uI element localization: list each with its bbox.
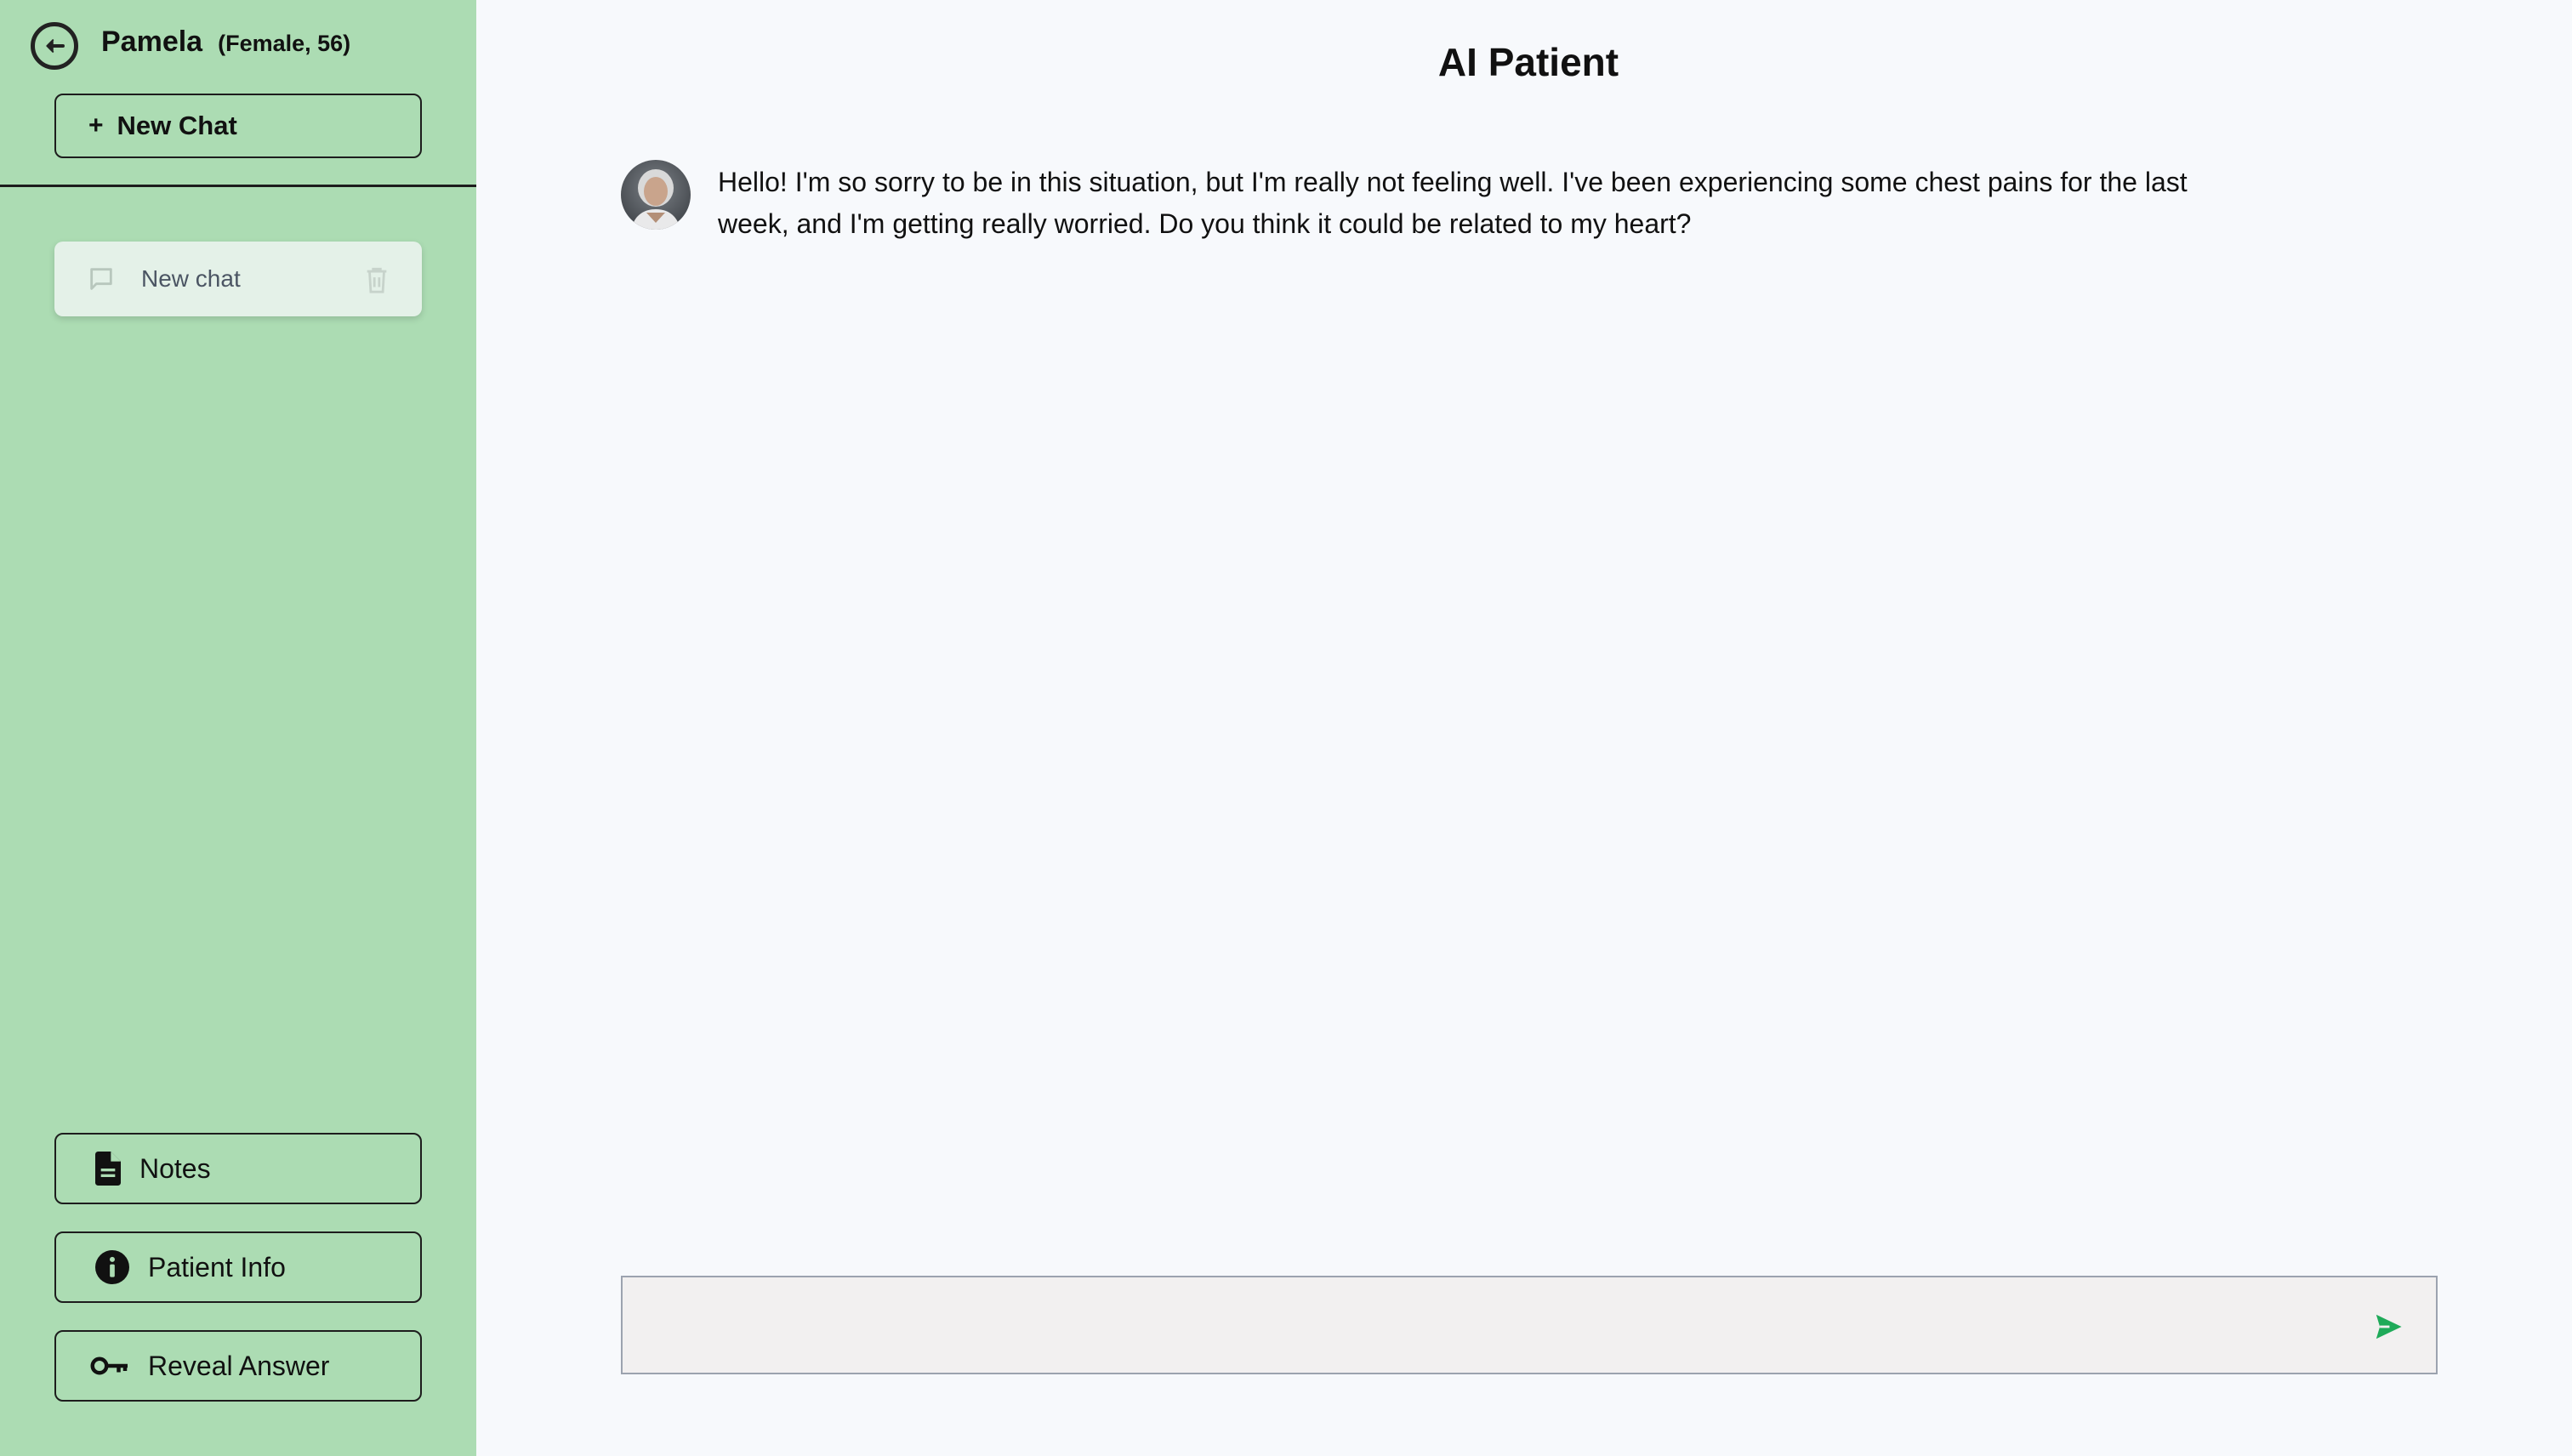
- plus-icon: +: [88, 111, 104, 139]
- chat-main: AI Patient Hello! I'm so sorry to be in …: [476, 0, 2572, 1456]
- sidebar-divider: [0, 185, 476, 187]
- chat-bubble-icon: [90, 268, 112, 290]
- patient-header: Pamela (Female, 56): [101, 26, 350, 66]
- patient-name: Pamela: [101, 26, 203, 58]
- patient-info-label: Patient Info: [148, 1251, 286, 1283]
- message-text: Hello! I'm so sorry to be in this situat…: [718, 167, 2188, 239]
- sidebar: Pamela (Female, 56) + New Chat New chat: [0, 0, 476, 1456]
- patient-message: Hello! I'm so sorry to be in this situat…: [621, 160, 2237, 245]
- new-chat-label: New Chat: [117, 111, 237, 140]
- chat-list-item-label: New chat: [141, 265, 241, 292]
- message-composer: [621, 1276, 2438, 1374]
- app-window: Pamela (Female, 56) + New Chat New chat: [0, 0, 2572, 1456]
- notes-label: Notes: [139, 1152, 211, 1184]
- info-circle-icon: [95, 1250, 129, 1284]
- back-button[interactable]: [31, 22, 78, 70]
- arrow-left-icon: [46, 38, 65, 54]
- notes-button[interactable]: Notes: [54, 1133, 422, 1204]
- page-title: AI Patient: [1437, 40, 1619, 84]
- send-icon: [2376, 1314, 2402, 1339]
- send-button[interactable]: [2371, 1310, 2405, 1344]
- message-input[interactable]: [623, 1277, 2358, 1373]
- trash-icon: [367, 267, 387, 293]
- new-chat-button[interactable]: + New Chat: [54, 94, 422, 158]
- avatar: [621, 160, 691, 230]
- patient-demographics: (Female, 56): [218, 31, 351, 56]
- reveal-answer-button[interactable]: Reveal Answer: [54, 1330, 422, 1402]
- delete-chat-button[interactable]: [364, 265, 390, 299]
- reveal-answer-label: Reveal Answer: [148, 1350, 330, 1381]
- patient-info-button[interactable]: Patient Info: [54, 1231, 422, 1303]
- chat-list-item[interactable]: New chat: [54, 242, 422, 316]
- document-icon: [95, 1152, 121, 1186]
- key-icon: [90, 1353, 129, 1379]
